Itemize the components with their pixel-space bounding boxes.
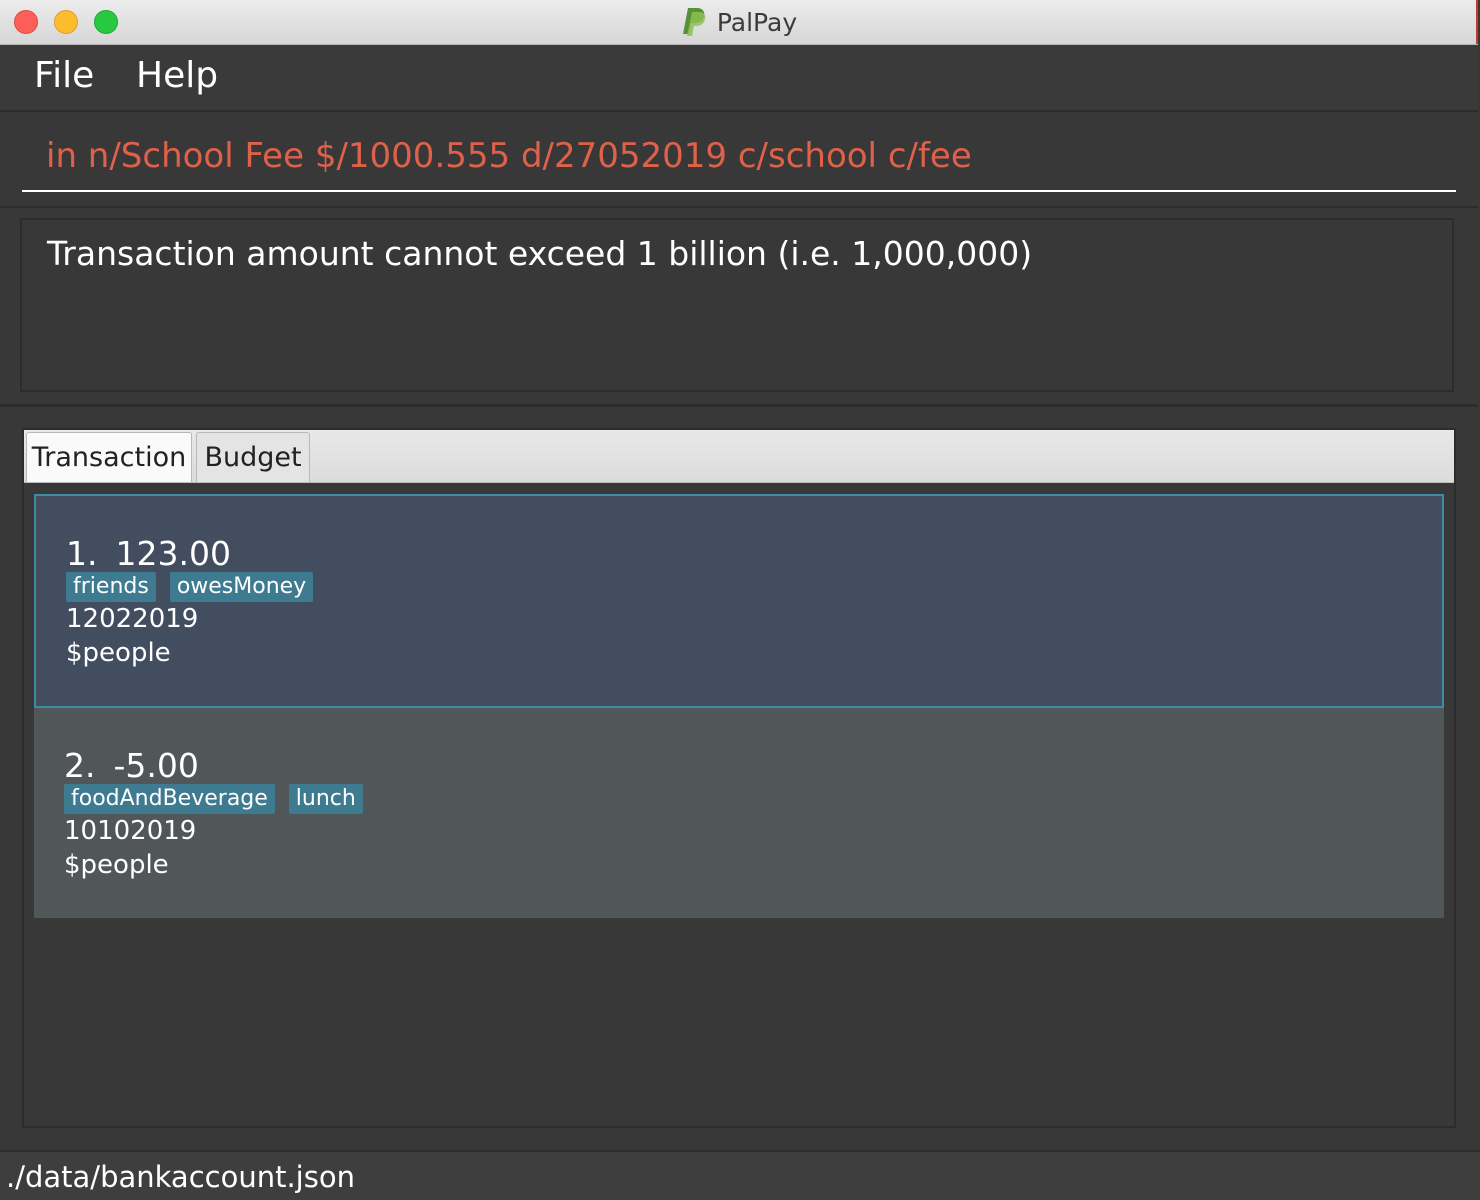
- transaction-description: $people: [66, 638, 171, 668]
- transaction-header: 2. -5.00: [64, 746, 199, 785]
- menu-file[interactable]: File: [26, 55, 102, 96]
- tab-header: Transaction Budget: [24, 430, 1454, 483]
- transaction-amount: -5.00: [113, 746, 199, 785]
- app-window: PalPay File Help in n/School Fee $/1000.…: [0, 0, 1480, 1200]
- transaction-header: 1. 123.00: [66, 534, 231, 573]
- tab-budget[interactable]: Budget: [196, 432, 310, 482]
- tab-transaction[interactable]: Transaction: [26, 432, 192, 482]
- tag-list: foodAndBeverage lunch: [64, 784, 363, 814]
- command-input[interactable]: in n/School Fee $/1000.555 d/27052019 c/…: [22, 126, 1456, 192]
- tag-badge: foodAndBeverage: [64, 784, 275, 814]
- menu-help[interactable]: Help: [128, 55, 226, 96]
- transaction-amount: 123.00: [115, 534, 231, 573]
- transaction-date: 10102019: [64, 816, 197, 846]
- transaction-index: 2.: [64, 746, 96, 785]
- paypal-logo-icon: [682, 8, 706, 36]
- command-input-text: in n/School Fee $/1000.555 d/27052019 c/…: [46, 136, 972, 176]
- tab-pane: Transaction Budget 1. 123.00 friends owes…: [22, 428, 1456, 1128]
- tag-badge: friends: [66, 572, 156, 602]
- status-file-path: ./data/bankaccount.json: [6, 1160, 355, 1194]
- result-display-panel: Transaction amount cannot exceed 1 billi…: [0, 208, 1478, 407]
- transaction-index: 1.: [66, 534, 98, 573]
- transaction-card[interactable]: 2. -5.00 foodAndBeverage lunch 10102019 $…: [34, 708, 1444, 918]
- tag-badge: lunch: [288, 784, 363, 814]
- tag-list: friends owesMoney: [66, 572, 314, 602]
- transaction-list[interactable]: 1. 123.00 friends owesMoney 12022019 $peo…: [34, 494, 1444, 1114]
- title-bar: PalPay: [0, 0, 1478, 45]
- command-box-panel: in n/School Fee $/1000.555 d/27052019 c/…: [0, 112, 1478, 208]
- window-title: PalPay: [716, 7, 798, 37]
- window-edge-accent: [1476, 0, 1478, 44]
- window-title-group: PalPay: [0, 0, 1478, 44]
- status-bar: ./data/bankaccount.json: [0, 1150, 1480, 1200]
- tag-badge: owesMoney: [169, 572, 314, 602]
- result-message: Transaction amount cannot exceed 1 billi…: [47, 234, 1033, 273]
- transaction-card[interactable]: 1. 123.00 friends owesMoney 12022019 $peo…: [34, 494, 1444, 708]
- transaction-date: 12022019: [66, 604, 199, 634]
- menu-bar: File Help: [0, 45, 1478, 112]
- transaction-description: $people: [64, 850, 169, 880]
- result-display[interactable]: Transaction amount cannot exceed 1 billi…: [20, 218, 1454, 392]
